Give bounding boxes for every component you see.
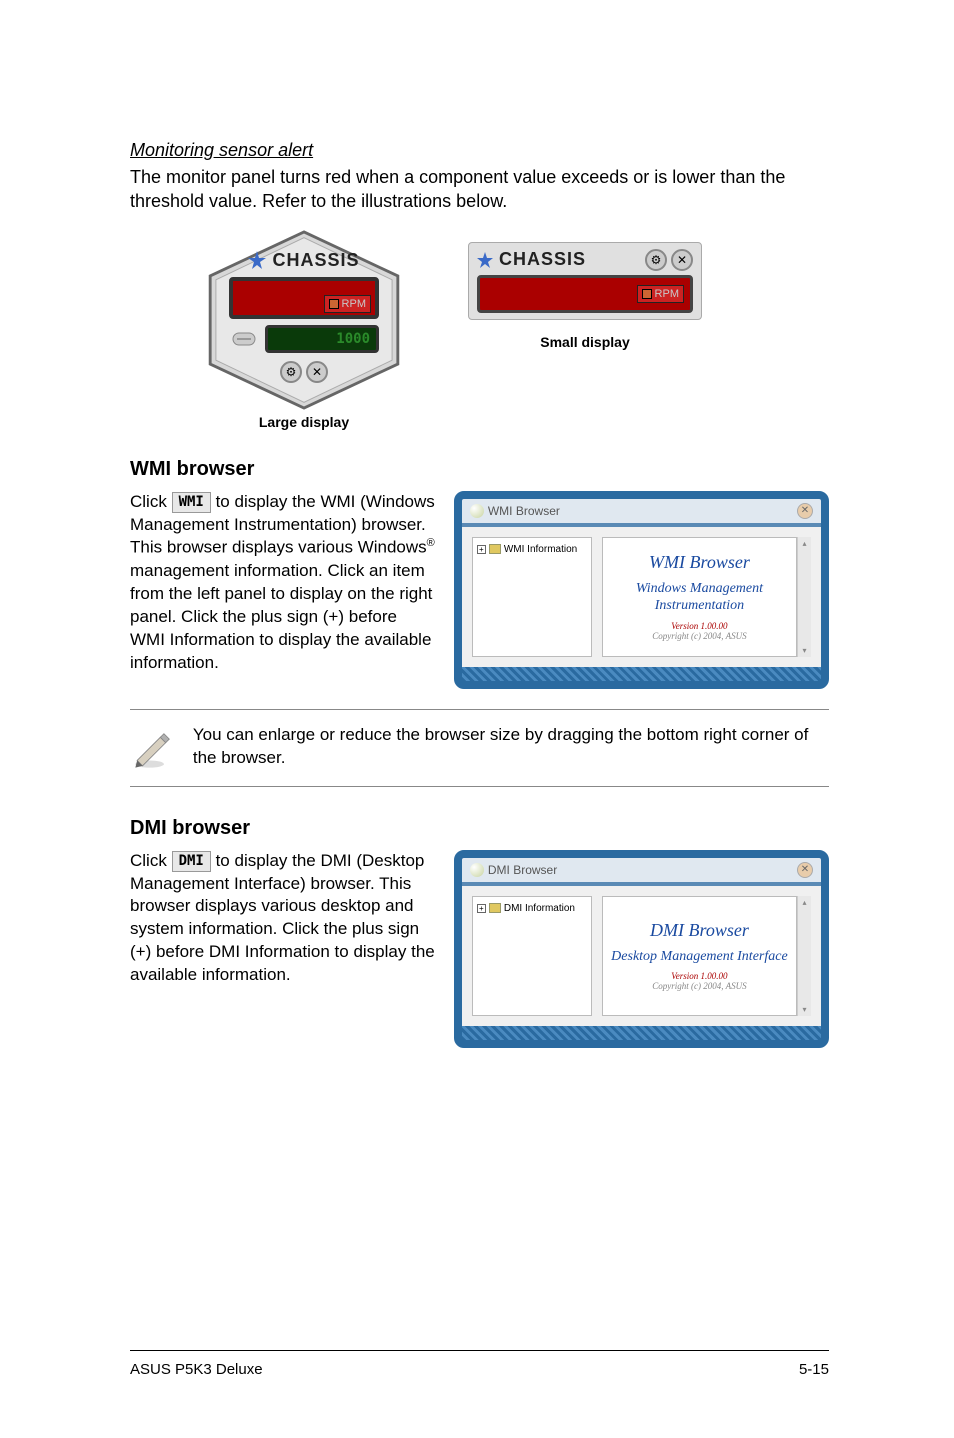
chassis-small-panel: CHASSIS ⚙ ✕ RPM — [468, 242, 702, 320]
close-icon[interactable]: ✕ — [306, 361, 328, 383]
dmi-tree-pane[interactable]: + DMI Information — [472, 896, 592, 1016]
plus-icon[interactable]: + — [477, 545, 486, 554]
dmi-version: Version 1.00.00 — [671, 971, 727, 981]
wmi-button[interactable]: WMI — [172, 492, 211, 513]
chassis-small-lcd: RPM — [477, 275, 693, 313]
rpm-tag-large: RPM — [324, 295, 371, 313]
folder-icon — [489, 903, 501, 913]
dmi-content-subtitle: Desktop Management Interface — [611, 949, 788, 966]
chassis-small-title: CHASSIS — [499, 249, 586, 270]
close-icon[interactable]: ✕ — [797, 503, 813, 519]
wmi-copyright: Copyright (c) 2004, ASUS — [652, 631, 746, 641]
pencil-icon — [130, 724, 173, 772]
dmi-browser-window: DMI Browser ✕ + DMI Information DMI Brows… — [454, 850, 829, 1048]
dmi-tree-root[interactable]: DMI Information — [504, 903, 575, 914]
footer-page-number: 5-15 — [799, 1361, 829, 1378]
sensor-display-row: CHASSIS RPM 1000 ⚙ ✕ Large display CHASS… — [130, 230, 829, 430]
scrollbar[interactable]: ▴▾ — [797, 537, 811, 657]
app-icon — [470, 863, 484, 877]
wmi-browser-window: WMI Browser ✕ + WMI Information WMI Brows… — [454, 491, 829, 689]
app-icon — [470, 504, 484, 518]
dmi-heading: DMI browser — [130, 817, 829, 840]
settings-icon[interactable]: ⚙ — [280, 361, 302, 383]
wmi-body: Click WMI to display the WMI (Windows Ma… — [130, 491, 436, 675]
wmi-content-pane: WMI Browser Windows Management Instrumen… — [602, 537, 797, 657]
dmi-content-pane: DMI Browser Desktop Management Interface… — [602, 896, 797, 1016]
footer-product: ASUS P5K3 Deluxe — [130, 1361, 263, 1378]
sensor-small-card: CHASSIS ⚙ ✕ RPM Small display — [468, 230, 702, 350]
settings-icon[interactable]: ⚙ — [645, 249, 667, 271]
chassis-threshold-display: 1000 — [265, 325, 379, 353]
large-display-caption: Large display — [259, 414, 349, 430]
close-icon[interactable]: ✕ — [671, 249, 693, 271]
rpm-tag-small: RPM — [637, 285, 684, 303]
note-callout: You can enlarge or reduce the browser si… — [130, 709, 829, 787]
wmi-content-title: WMI Browser — [649, 552, 750, 573]
wmi-heading: WMI browser — [130, 458, 829, 481]
close-icon[interactable]: ✕ — [797, 862, 813, 878]
sensor-heading: Monitoring sensor alert — [130, 140, 829, 161]
resize-grip[interactable] — [462, 1026, 821, 1040]
note-text: You can enlarge or reduce the browser si… — [193, 724, 829, 770]
spinner-icon — [229, 327, 259, 351]
dmi-titlebar-text: DMI Browser — [488, 863, 557, 877]
wmi-titlebar-text: WMI Browser — [488, 504, 560, 518]
wmi-content-subtitle: Windows Management Instrumentation — [603, 581, 796, 615]
chassis-large-title-row: CHASSIS — [248, 250, 359, 271]
wmi-tree-pane[interactable]: + WMI Information — [472, 537, 592, 657]
chassis-large-title: CHASSIS — [272, 250, 359, 271]
dmi-content-title: DMI Browser — [650, 920, 749, 941]
dmi-copyright: Copyright (c) 2004, ASUS — [652, 981, 746, 991]
plus-icon[interactable]: + — [477, 904, 486, 913]
dmi-body: Click DMI to display the DMI (Desktop Ma… — [130, 850, 436, 988]
blue-star-icon — [477, 252, 493, 268]
dmi-button[interactable]: DMI — [172, 851, 211, 872]
wmi-tree-root[interactable]: WMI Information — [504, 544, 577, 555]
chassis-large-lcd-red: RPM — [229, 277, 379, 319]
page-footer: ASUS P5K3 Deluxe 5-15 — [130, 1350, 829, 1378]
blue-star-icon — [248, 251, 266, 269]
small-display-caption: Small display — [540, 334, 629, 350]
folder-icon — [489, 544, 501, 554]
resize-grip[interactable] — [462, 667, 821, 681]
scrollbar[interactable]: ▴▾ — [797, 896, 811, 1016]
sensor-large-card: CHASSIS RPM 1000 ⚙ ✕ Large display — [200, 230, 408, 430]
wmi-version: Version 1.00.00 — [671, 621, 727, 631]
sensor-body: The monitor panel turns red when a compo… — [130, 165, 829, 214]
